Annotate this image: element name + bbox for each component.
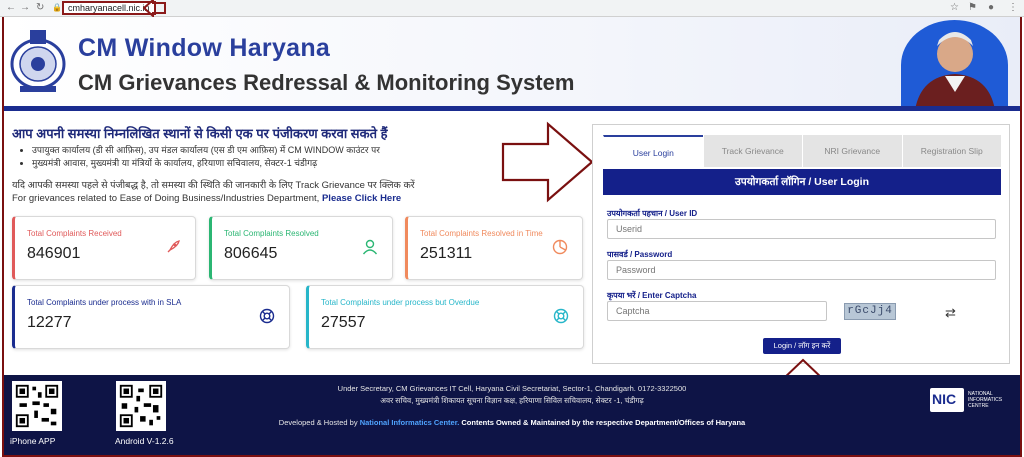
- stat-card-overdue: Total Complaints under process but Overd…: [306, 285, 584, 349]
- stat-card-received: Total Complaints Received 846901: [12, 216, 196, 280]
- list-item: मुख्यमंत्री आवास, मुख्यमंत्री या मंत्रिय…: [32, 157, 380, 170]
- login-tabs: User Login Track Grievance NRI Grievance…: [603, 135, 1001, 167]
- captcha-image: rGcJj4: [844, 303, 896, 320]
- annotation-arrow-icon: [501, 121, 594, 203]
- tab-registration-slip[interactable]: Registration Slip: [901, 135, 1001, 167]
- chief-minister-photo: [901, 20, 1008, 110]
- stat-card-under-sla: Total Complaints under process with in S…: [12, 285, 290, 349]
- pie-chart-icon: [552, 239, 568, 255]
- footer-address-english: Under Secretary, CM Grievances IT Cell, …: [337, 384, 687, 393]
- profile-icon[interactable]: ●: [988, 2, 994, 13]
- haryana-emblem-icon: [10, 30, 66, 92]
- lifebuoy-icon: [259, 308, 275, 324]
- stat-card-resolved: Total Complaints Resolved 806645: [209, 216, 393, 280]
- stat-card-resolved-in-time: Total Complaints Resolved in Time 251311: [405, 216, 583, 280]
- tab-user-login[interactable]: User Login: [603, 135, 703, 167]
- back-icon[interactable]: ←: [6, 2, 16, 13]
- android-app-label: Android V-1.2.6: [115, 436, 174, 446]
- browser-toolbar: ← → ↻ 🔒 cmharyanacell.nic.in ☆ ⚑ ● ⋮: [0, 0, 1024, 17]
- userid-input[interactable]: [607, 219, 996, 239]
- lifebuoy-icon: [553, 308, 569, 324]
- rocket-icon: [167, 240, 180, 253]
- site-footer: iPhone APP Android V-1.2.6 Under Secreta…: [4, 375, 1020, 455]
- password-label: पासवर्ड / Password: [607, 250, 673, 259]
- login-button[interactable]: Login / लॉग इन करें: [763, 338, 841, 354]
- menu-icon[interactable]: ⋮: [1008, 2, 1018, 13]
- tab-track-grievance[interactable]: Track Grievance: [702, 135, 802, 167]
- login-heading: उपयोगकर्ता लॉगिन / User Login: [603, 169, 1001, 195]
- registration-locations: उपायुक्त कार्यालय (डी सी आफ़िस), उप मंडल…: [22, 144, 380, 170]
- lock-icon: 🔒: [52, 3, 62, 12]
- annotation-arrow-icon: [143, 0, 166, 17]
- refresh-captcha-icon[interactable]: ⇄: [945, 305, 956, 321]
- business-info: For grievances related to Ease of Doing …: [12, 193, 402, 204]
- tab-nri-grievance[interactable]: NRI Grievance: [802, 135, 902, 167]
- password-input[interactable]: [607, 260, 996, 280]
- userid-label: उपयोगकर्ता पहचान / User ID: [607, 209, 698, 218]
- list-item: उपायुक्त कार्यालय (डी सी आफ़िस), उप मंडल…: [32, 144, 380, 157]
- bookmark-star-icon[interactable]: ☆: [950, 2, 959, 13]
- footer-credits: Developed & Hosted by National Informati…: [278, 418, 746, 427]
- user-icon: [362, 239, 378, 255]
- site-title: CM Window Haryana: [78, 34, 331, 62]
- footer-address-hindi: अवर सचिव, मुख्यमंत्री शिकायत सूचना विज्ञ…: [380, 396, 644, 405]
- login-panel: User Login Track Grievance NRI Grievance…: [592, 124, 1010, 364]
- please-click-here-link[interactable]: Please Click Here: [322, 193, 401, 204]
- nic-logo: NIC NATIONAL INFORMATICS CENTRE: [930, 388, 1010, 412]
- registration-heading: आप अपनी समस्या निम्नलिखित स्थानों से किस…: [12, 126, 388, 141]
- site-subtitle: CM Grievances Redressal & Monitoring Sys…: [78, 70, 575, 95]
- track-grievance-info: यदि आपकी समस्या पहले से पंजीबद्ध है, तो …: [12, 180, 415, 191]
- forward-icon[interactable]: →: [20, 2, 30, 13]
- nic-link[interactable]: National Informatics Center.: [360, 418, 460, 427]
- iphone-app-label: iPhone APP: [10, 436, 56, 446]
- captcha-label: कृपया भरें / Enter Captcha: [607, 291, 697, 300]
- reload-icon[interactable]: ↻: [36, 2, 44, 13]
- captcha-input[interactable]: [607, 301, 827, 321]
- header-divider: [4, 106, 1020, 111]
- extensions-icon[interactable]: ⚑: [968, 2, 977, 13]
- address-bar[interactable]: cmharyanacell.nic.in: [62, 1, 156, 15]
